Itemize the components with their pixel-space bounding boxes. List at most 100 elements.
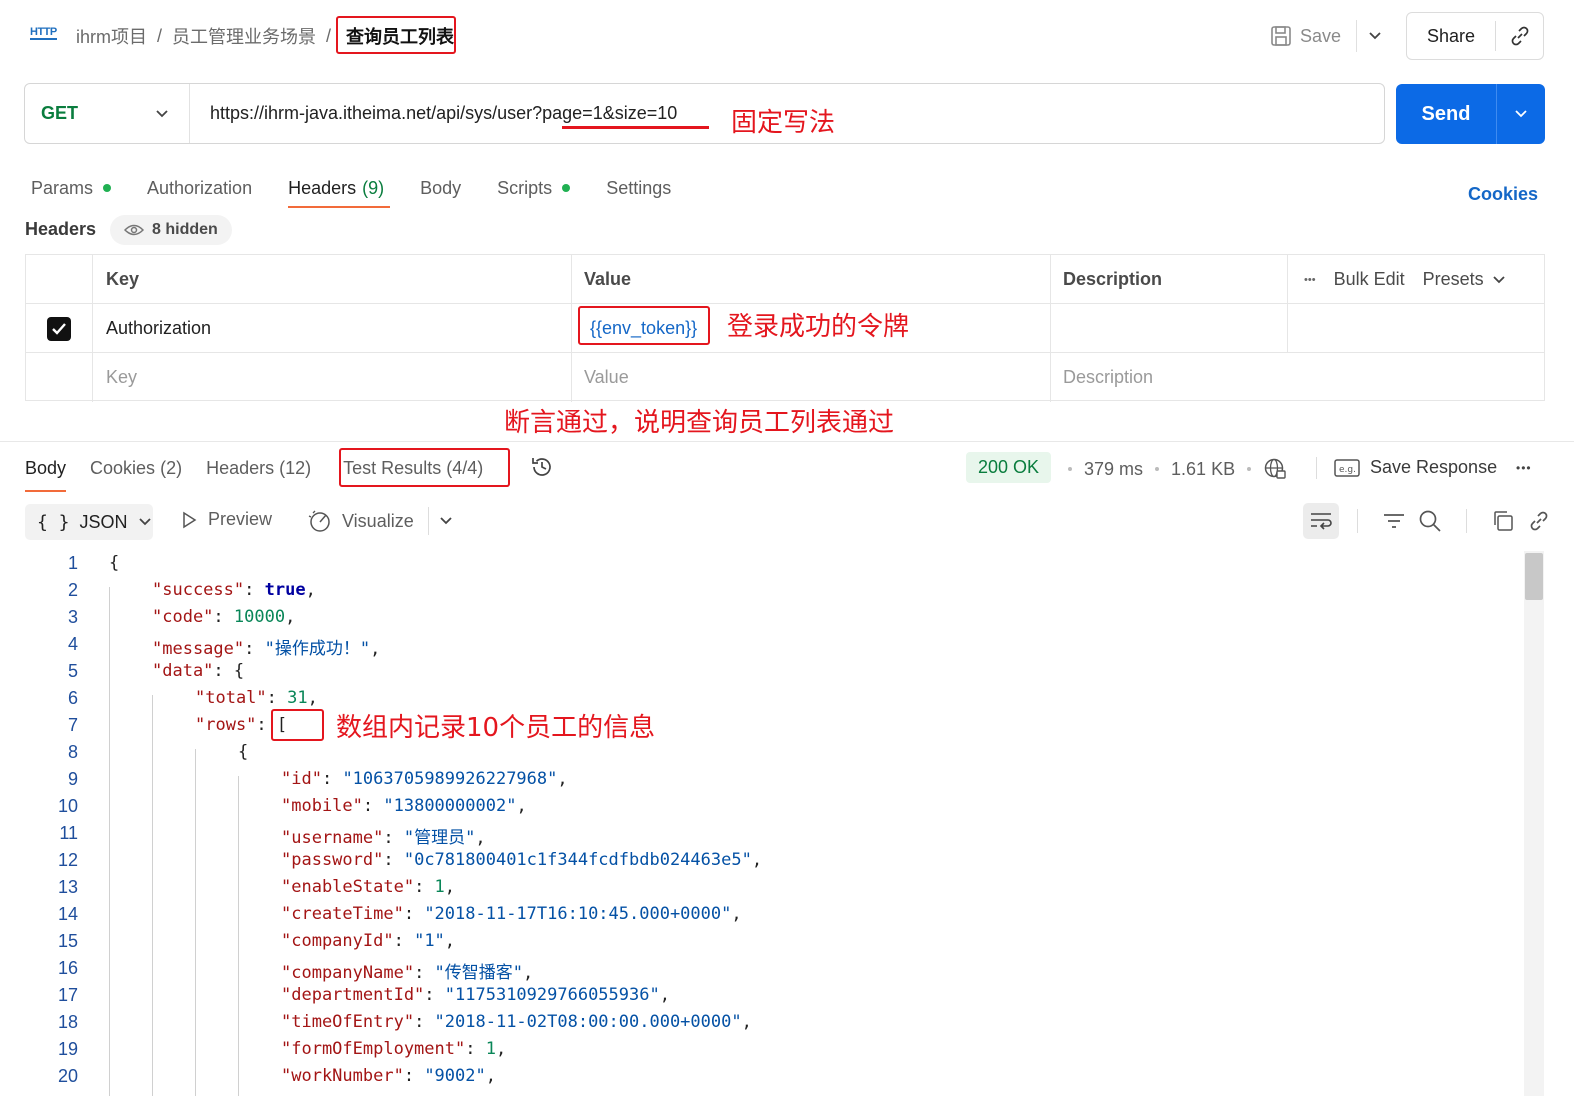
- tab-params[interactable]: Params: [31, 170, 112, 206]
- chevron-down-icon: [1493, 275, 1505, 283]
- tab-test-results[interactable]: Test Results (4/4): [335, 450, 491, 486]
- wrap-lines-button[interactable]: [1303, 503, 1339, 539]
- breadcrumb-item-folder[interactable]: 员工管理业务场景: [172, 23, 316, 49]
- eye-icon: [124, 224, 144, 236]
- header-description-cell[interactable]: [1051, 304, 1288, 353]
- link-button[interactable]: [1521, 503, 1557, 539]
- code-token: : [: [256, 715, 288, 735]
- separator-dot: [1068, 467, 1072, 471]
- response-size[interactable]: 1.61 KB: [1171, 459, 1235, 480]
- tab-response-headers[interactable]: Headers (12): [206, 450, 311, 486]
- annotation-rows: 数组内记录10个员工的信息: [336, 713, 656, 743]
- copy-link-button[interactable]: [1495, 21, 1543, 51]
- search-button[interactable]: [1412, 503, 1448, 539]
- code-token: ,: [285, 607, 296, 627]
- chevron-down-icon: [1368, 32, 1381, 40]
- code-token: ,: [523, 963, 534, 983]
- code-token: "departmentId": [281, 985, 425, 1005]
- toolbar-separator: [1357, 509, 1358, 533]
- tab-label: Params: [31, 177, 94, 198]
- share-label: Share: [1426, 25, 1476, 46]
- copy-icon: [1494, 511, 1513, 531]
- format-select[interactable]: { } JSON: [25, 504, 153, 540]
- column-header-value: Value: [572, 255, 1051, 304]
- network-globe-icon[interactable]: [1263, 457, 1287, 481]
- header-key-cell[interactable]: Authorization: [93, 304, 572, 353]
- tab-label: Settings: [606, 177, 672, 198]
- code-token: "companyId": [281, 931, 394, 951]
- status-badge[interactable]: 200 OK: [966, 452, 1052, 483]
- row-checkbox[interactable]: [47, 316, 71, 341]
- code-token: "createTime": [281, 904, 404, 924]
- tab-count: (4/4): [446, 457, 484, 478]
- cookies-link[interactable]: Cookies: [1468, 184, 1538, 205]
- code-line: {: [238, 742, 248, 762]
- code-token: "workNumber": [281, 1066, 404, 1086]
- code-token: "1": [414, 931, 445, 951]
- line-number: 4: [67, 634, 78, 654]
- code-token: "操作成功！": [264, 639, 371, 659]
- code-token: 31: [287, 688, 308, 708]
- preview-button[interactable]: Preview: [180, 509, 272, 530]
- line-number: 15: [57, 931, 78, 951]
- tab-response-body[interactable]: Body: [25, 450, 67, 492]
- bulk-edit-button[interactable]: Bulk Edit: [1334, 269, 1405, 290]
- line-number: 7: [67, 715, 78, 735]
- tab-label: Headers: [288, 177, 357, 198]
- indent-guide: [195, 749, 196, 1096]
- code-token: "id": [281, 769, 322, 789]
- new-value-input[interactable]: Value: [572, 353, 1051, 402]
- response-more-icon[interactable]: •••: [1516, 461, 1532, 475]
- send-button[interactable]: Send: [1396, 84, 1545, 144]
- visualize-dropdown[interactable]: [428, 507, 453, 535]
- tab-scripts[interactable]: Scripts: [497, 170, 571, 206]
- line-number: 18: [57, 1012, 78, 1032]
- body-tools: [1303, 503, 1557, 539]
- code-token: "1175310929766055936": [444, 985, 660, 1005]
- code-token: ,: [731, 904, 742, 924]
- new-description-input[interactable]: Description: [1051, 353, 1544, 402]
- tab-settings[interactable]: Settings: [606, 170, 671, 206]
- row-checkbox-cell: [26, 304, 93, 353]
- code-token: "传智播客": [434, 963, 524, 983]
- code-scrollbar[interactable]: [1524, 551, 1544, 1096]
- tab-response-cookies[interactable]: Cookies (2): [90, 450, 182, 486]
- line-number: 17: [57, 985, 78, 1005]
- tab-label: Body: [420, 177, 462, 198]
- hidden-headers-toggle[interactable]: 8 hidden: [110, 215, 232, 245]
- send-options-dropdown[interactable]: [1496, 84, 1545, 144]
- new-key-input[interactable]: Key: [93, 353, 572, 402]
- svg-text:e.g.: e.g.: [1339, 465, 1356, 475]
- tab-body[interactable]: Body: [420, 170, 461, 206]
- line-number: 2: [67, 580, 78, 600]
- response-time[interactable]: 379 ms: [1084, 459, 1143, 480]
- breadcrumb-item-project[interactable]: ihrm项目: [76, 23, 147, 49]
- code-token: "code": [152, 607, 214, 627]
- breadcrumb-item-request[interactable]: 查询员工列表: [341, 23, 459, 49]
- more-options-icon[interactable]: •••: [1304, 274, 1316, 286]
- share-button[interactable]: Share: [1406, 12, 1544, 60]
- annotation-underline-query: [562, 126, 709, 129]
- env-variable-token[interactable]: {{env_token}}: [584, 318, 697, 339]
- response-body-code[interactable]: 1 {2 "success": true, 3 "code": 10000, 4 "mess…: [0, 551, 1520, 1096]
- history-button[interactable]: [529, 454, 555, 485]
- tab-headers[interactable]: Headers (9): [288, 170, 391, 208]
- save-options-dropdown[interactable]: [1356, 20, 1392, 52]
- scrollbar-thumb[interactable]: [1525, 553, 1543, 600]
- line-number: 8: [67, 742, 78, 762]
- save-button[interactable]: Save: [1270, 20, 1341, 52]
- request-tabs: Params Authorization Headers (9) Body Scr…: [31, 170, 707, 208]
- method-select[interactable]: GET: [25, 84, 190, 143]
- tab-authorization[interactable]: Authorization: [147, 170, 252, 206]
- url-input[interactable]: https://ihrm-java.itheima.net/api/sys/us…: [190, 103, 677, 124]
- presets-dropdown[interactable]: Presets: [1423, 269, 1506, 290]
- save-response-button[interactable]: e.g. Save Response: [1334, 457, 1497, 478]
- filter-button[interactable]: [1376, 503, 1412, 539]
- code-line: "companyId": "1",: [281, 931, 455, 951]
- code-token: {: [109, 553, 120, 573]
- code-token: :: [213, 607, 234, 627]
- visualize-button[interactable]: Visualize: [308, 509, 414, 533]
- code-token: "2018-11-17T16:10:45.000+0000": [424, 904, 732, 924]
- play-icon: [183, 511, 197, 528]
- copy-button[interactable]: [1485, 503, 1521, 539]
